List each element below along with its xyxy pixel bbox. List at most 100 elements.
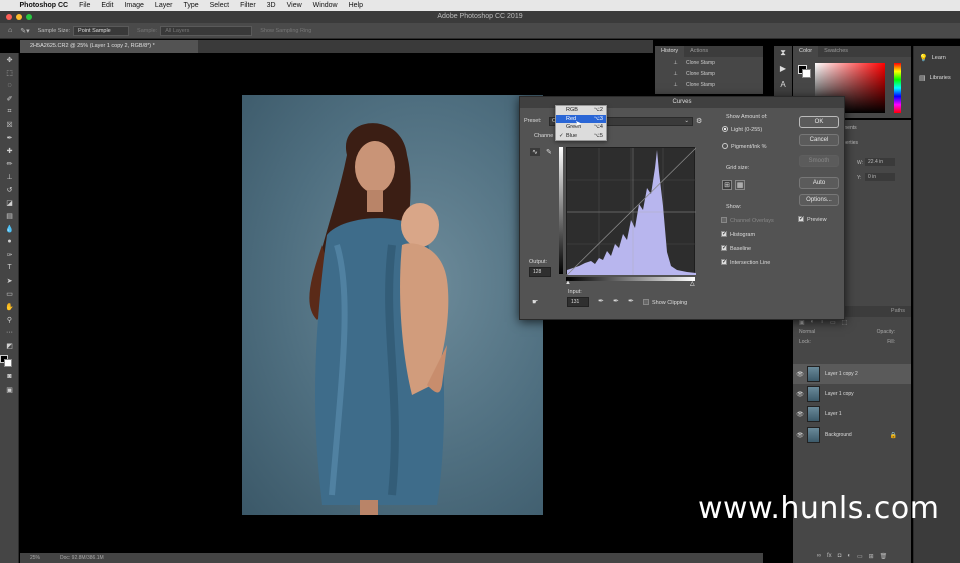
photo-canvas[interactable] [242,95,543,515]
eyedropper-tool-icon[interactable]: ✎▾ [20,27,29,35]
more-tools-icon[interactable]: ··· [0,326,19,339]
home-icon[interactable]: ⌂ [8,27,12,34]
add-mask-icon[interactable]: ◘ [838,553,842,563]
crop-tool-icon[interactable]: ⌗ [0,105,19,118]
pigment-radio[interactable]: Pigment/Ink % [722,143,766,150]
menu-help[interactable]: Help [343,2,368,9]
delete-layer-icon[interactable]: 🗑 [880,553,888,563]
auto-button[interactable]: Auto [799,177,839,189]
visibility-eye-icon[interactable]: 👁 [793,391,807,398]
background-swatch[interactable] [802,69,811,78]
ok-button[interactable]: OK [799,116,839,128]
history-panel-icon[interactable]: ⧗ [774,48,792,62]
input-field[interactable]: 131 [567,297,589,307]
tab-history[interactable]: History [655,46,685,57]
white-eyedropper-icon[interactable]: ✒ [628,297,634,305]
history-item[interactable]: ⊥ Clone Stamp [655,57,763,68]
sample-select[interactable]: All Layers [160,25,253,36]
doc-size-readout[interactable]: Doc: 92.8M/386.1M [60,555,104,561]
new-layer-icon[interactable]: ⊞ [869,553,874,563]
smooth-button[interactable]: Smooth [799,155,839,167]
light-radio[interactable]: Light (0-255) [722,126,762,133]
character-panel-icon[interactable]: A [774,80,792,94]
tab-swatches[interactable]: Swatches [818,46,854,57]
visibility-eye-icon[interactable]: 👁 [793,371,807,378]
layer-row[interactable]: 👁 Background 🔒 [793,425,911,445]
pen-tool-icon[interactable]: ✑ [0,248,19,261]
healing-brush-icon[interactable]: ✚ [0,144,19,157]
shape-tool-icon[interactable]: ▭ [0,287,19,300]
menu-window[interactable]: Window [307,2,343,9]
default-colors-icon[interactable]: ◩ [0,339,19,352]
play-actions-icon[interactable]: ▶ [774,64,792,78]
options-button[interactable]: Options... [799,194,839,206]
tab-paths[interactable]: Paths [885,306,911,317]
menu-type[interactable]: Type [178,2,204,9]
visibility-eye-icon[interactable]: 👁 [793,411,807,418]
new-group-icon[interactable]: ▭ [857,553,863,563]
black-eyedropper-icon[interactable]: ✒ [598,297,604,305]
hand-tool-icon[interactable]: ✋ [0,300,19,313]
show-clipping-checkbox[interactable]: Show Clipping [643,299,687,306]
cancel-button[interactable]: Cancel [799,134,839,146]
document-tab[interactable]: 2H5A2625.CR2 @ 25% (Layer 1 copy 2, RGB/… [20,40,198,53]
menu-layer[interactable]: Layer [149,2,178,9]
curve-edit-icon[interactable]: ∿ [530,148,540,156]
learn-button[interactable]: 💡 Learn [914,48,960,68]
menu-edit[interactable]: Edit [96,2,119,9]
eraser-tool-icon[interactable]: ◪ [0,196,19,209]
dodge-tool-icon[interactable]: ● [0,235,19,248]
history-item[interactable]: ⊥ Clone Stamp [655,79,763,90]
pencil-draw-icon[interactable]: ✎ [546,148,552,156]
adjustments-tab-partial[interactable]: ments [843,125,857,131]
frame-tool-icon[interactable]: ☒ [0,118,19,131]
baseline-checkbox[interactable]: Baseline [721,244,751,252]
eyedropper-icon[interactable]: ✒ [0,131,19,144]
channel-overlays-checkbox[interactable]: Channel Overlays [721,217,774,224]
screen-mode-icon[interactable]: ▣ [0,383,19,396]
output-field[interactable]: 128 [529,267,551,277]
show-sampling-ring-checkbox[interactable]: Show Sampling Ring [260,28,311,34]
new-adjustment-icon[interactable]: ◐ [847,553,851,563]
menu-view[interactable]: View [281,2,307,9]
simple-grid-icon[interactable]: ⊞ [722,180,732,190]
fill-label[interactable]: Fill: [887,339,895,345]
tab-color[interactable]: Color [793,46,819,57]
channel-option-rgb[interactable]: RGB ⌥2 [556,106,606,115]
marquee-tool-icon[interactable]: ⬚ [0,66,19,79]
target-adjust-icon[interactable]: ☛ [532,298,538,306]
menu-image[interactable]: Image [119,2,149,9]
white-point-slider[interactable]: △ [690,280,695,287]
brush-tool-icon[interactable]: ✏ [0,157,19,170]
menu-file[interactable]: File [74,2,96,9]
black-point-slider[interactable]: ▲ [565,280,571,286]
type-tool-icon[interactable]: T [0,261,19,274]
y-field[interactable]: 0 in [865,173,895,181]
preset-gear-icon[interactable]: ⚙ [696,117,702,125]
menu-select[interactable]: Select [204,2,234,9]
width-field[interactable]: 22.4 in [865,158,895,166]
menu-3d[interactable]: 3D [261,2,281,9]
channel-option-blue[interactable]: ✓ Blue ⌥5 [556,132,606,141]
libraries-button[interactable]: ▤ Libraries [914,68,960,88]
blur-tool-icon[interactable]: 💧 [0,222,19,235]
detailed-grid-icon[interactable]: ▦ [735,180,745,190]
layer-row[interactable]: 👁 Layer 1 [793,404,911,424]
menu-filter[interactable]: Filter [235,2,262,9]
gradient-tool-icon[interactable]: ▤ [0,209,19,222]
histogram-checkbox[interactable]: Histogram [721,230,755,238]
layer-row[interactable]: 👁 Layer 1 copy [793,384,911,404]
zoom-tool-icon[interactable]: ⚲ [0,313,19,326]
intersection-line-checkbox[interactable]: Intersection Line [721,258,770,266]
history-item[interactable]: ⊥ Clone Stamp [655,68,763,79]
opacity-label[interactable]: Opacity: [877,329,895,335]
menu-app-name[interactable]: Photoshop CC [14,2,74,9]
link-layers-icon[interactable]: ∞ [817,553,821,563]
gray-eyedropper-icon[interactable]: ✒ [613,297,619,305]
tab-actions[interactable]: Actions [684,46,714,57]
hue-slider[interactable] [894,63,901,113]
curves-graph[interactable] [566,147,697,276]
preview-checkbox[interactable]: Preview [798,215,827,223]
color-swatches-icon[interactable] [0,352,19,370]
blend-mode-select[interactable]: Normal [799,329,815,335]
